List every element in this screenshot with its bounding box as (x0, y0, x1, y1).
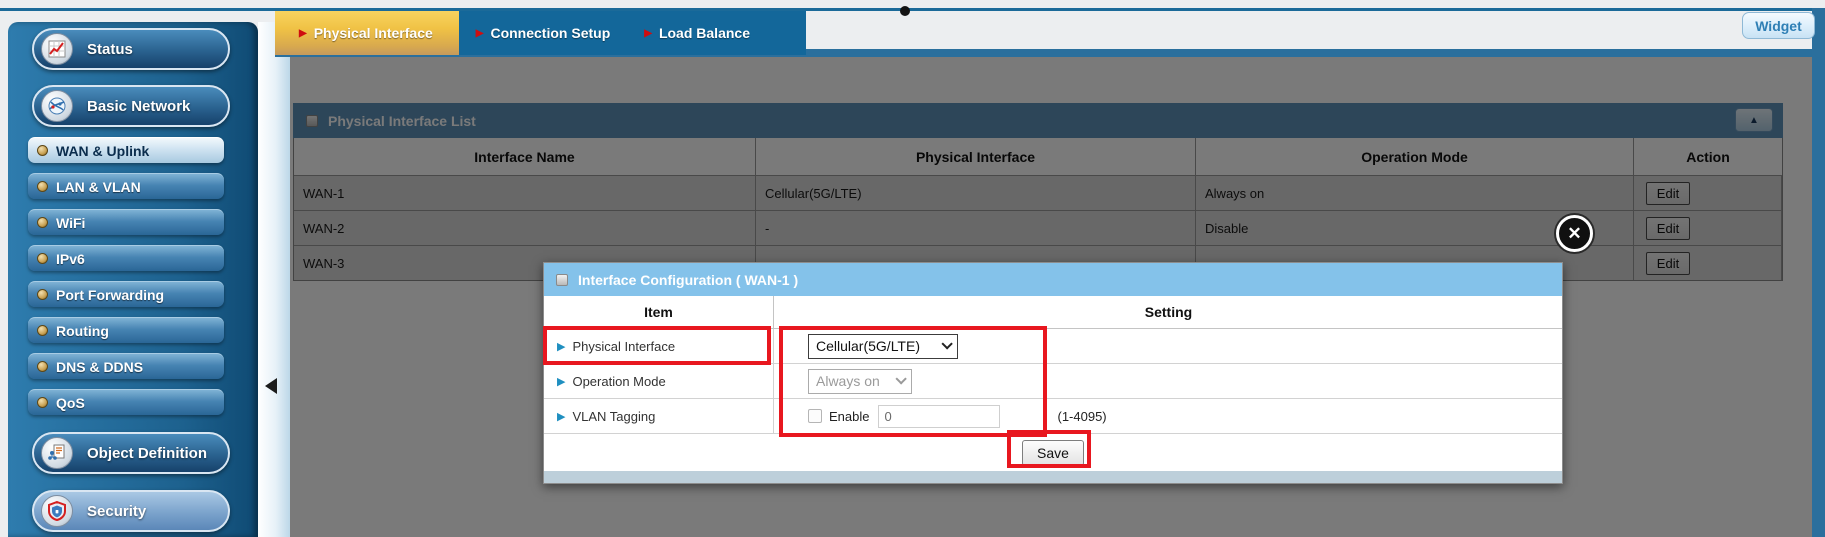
operation-mode-select: Always on (808, 369, 912, 394)
marker-dot-icon (900, 6, 910, 16)
vlan-range-hint: (1-4095) (1057, 409, 1106, 424)
tab-label: Load Balance (659, 25, 750, 41)
vlan-enable-checkbox[interactable] (808, 409, 822, 423)
sidebar-item-label: LAN & VLAN (56, 179, 141, 195)
sidebar-item-wan-uplink[interactable]: WAN & Uplink (28, 137, 224, 163)
interface-configuration-dialog: Interface Configuration ( WAN-1 ) Item S… (543, 262, 1563, 484)
collapse-sidebar-arrow-icon[interactable] (265, 378, 277, 394)
sidebar-item-lan-vlan[interactable]: LAN & VLAN (28, 173, 224, 199)
physical-interface-select[interactable]: Cellular(5G/LTE) (808, 334, 958, 359)
tab-connection-setup[interactable]: ▶ Connection Setup (459, 11, 627, 55)
sidebar-item-label: Object Definition (87, 445, 207, 462)
sidebar-item-qos[interactable]: QoS (28, 389, 224, 415)
sidebar-item-routing[interactable]: Routing (28, 317, 224, 343)
sidebar-item-wifi[interactable]: WiFi (28, 209, 224, 235)
top-border-line (0, 8, 1825, 11)
sidebar-item-label: IPv6 (56, 251, 85, 267)
dialog-title: Interface Configuration ( WAN-1 ) (578, 272, 798, 288)
sidebar: Status Basic Network WAN & Uplink LAN & … (8, 22, 258, 537)
checkbox-label: Enable (829, 409, 869, 424)
selected-option-label: Always on (816, 373, 880, 389)
save-button[interactable]: Save (1022, 440, 1084, 466)
item-arrow-icon: ▶ (557, 375, 565, 388)
physical-interface-row: ▶ Physical Interface Cellular(5G/LTE) (544, 329, 1562, 364)
globe-network-icon (41, 90, 73, 122)
item-column-header: Item (544, 296, 774, 328)
item-label-cell: ▶ Physical Interface (544, 329, 774, 363)
sidebar-item-port-forwarding[interactable]: Port Forwarding (28, 281, 224, 307)
tab-label: Physical Interface (314, 25, 433, 41)
sidebar-collapse-strip (258, 22, 290, 537)
dialog-header-row: Item Setting (544, 296, 1562, 329)
setting-cell: Always on (774, 364, 1563, 398)
setting-column-header: Setting (774, 296, 1563, 328)
chevron-down-icon (941, 338, 952, 349)
object-definition-icon (41, 437, 73, 469)
router-admin-page: Status Basic Network WAN & Uplink LAN & … (0, 0, 1825, 537)
sidebar-item-label: Port Forwarding (56, 287, 164, 303)
tab-load-balance[interactable]: ▶ Load Balance (627, 11, 767, 55)
sidebar-item-security[interactable]: Security (32, 490, 230, 532)
item-arrow-icon: ▶ (557, 410, 565, 423)
bullet-icon (37, 325, 48, 336)
tab-arrow-icon: ▶ (644, 28, 652, 39)
sidebar-item-label: Status (87, 41, 133, 58)
tab-arrow-icon: ▶ (299, 28, 307, 39)
tab-arrow-icon: ▶ (476, 28, 484, 39)
sidebar-item-label: DNS & DDNS (56, 359, 143, 375)
sidebar-item-label: Basic Network (87, 98, 190, 115)
operation-mode-row: ▶ Operation Mode Always on (544, 364, 1562, 399)
sidebar-item-dns-ddns[interactable]: DNS & DDNS (28, 353, 224, 379)
dialog-title-bar: Interface Configuration ( WAN-1 ) (544, 263, 1562, 296)
bullet-icon (37, 253, 48, 264)
sidebar-item-label: Security (87, 503, 146, 520)
right-border-edge (1812, 8, 1825, 537)
dialog-bottom-strip (544, 471, 1562, 483)
sidebar-item-label: WAN & Uplink (56, 143, 149, 159)
item-label: Physical Interface (572, 339, 675, 354)
bullet-icon (37, 289, 48, 300)
tab-label: Connection Setup (490, 25, 610, 41)
panel-square-icon (556, 274, 568, 286)
dialog-footer: Save (544, 434, 1562, 471)
item-label: VLAN Tagging (572, 409, 655, 424)
tab-bar: ▶ Physical Interface ▶ Connection Setup … (275, 11, 806, 55)
bullet-icon (37, 397, 48, 408)
bullet-icon (37, 361, 48, 372)
item-label-cell: ▶ VLAN Tagging (544, 399, 774, 433)
item-label-cell: ▶ Operation Mode (544, 364, 774, 398)
close-icon[interactable]: ✕ (1556, 215, 1593, 252)
bullet-icon (37, 181, 48, 192)
sidebar-item-ipv6[interactable]: IPv6 (28, 245, 224, 271)
sidebar-item-object-definition[interactable]: Object Definition (32, 432, 230, 474)
status-chart-icon (41, 33, 73, 65)
setting-cell: Enable (1-4095) (774, 399, 1563, 433)
item-arrow-icon: ▶ (557, 340, 565, 353)
sidebar-item-label: WiFi (56, 215, 85, 231)
tab-physical-interface[interactable]: ▶ Physical Interface (275, 11, 459, 55)
chevron-down-icon (895, 373, 906, 384)
selected-option-label: Cellular(5G/LTE) (816, 338, 920, 354)
item-label: Operation Mode (572, 374, 665, 389)
sidebar-item-basic-network[interactable]: Basic Network (32, 85, 230, 127)
sidebar-item-status[interactable]: Status (32, 28, 230, 70)
widget-button[interactable]: Widget (1742, 12, 1815, 39)
vlan-tagging-row: ▶ VLAN Tagging Enable (1-4095) (544, 399, 1562, 434)
setting-cell: Cellular(5G/LTE) (774, 329, 1563, 363)
vlan-id-input[interactable] (878, 405, 1000, 428)
bullet-icon (37, 145, 48, 156)
security-shield-icon (41, 495, 73, 527)
sidebar-item-label: Routing (56, 323, 109, 339)
sidebar-item-label: QoS (56, 395, 85, 411)
bullet-icon (37, 217, 48, 228)
